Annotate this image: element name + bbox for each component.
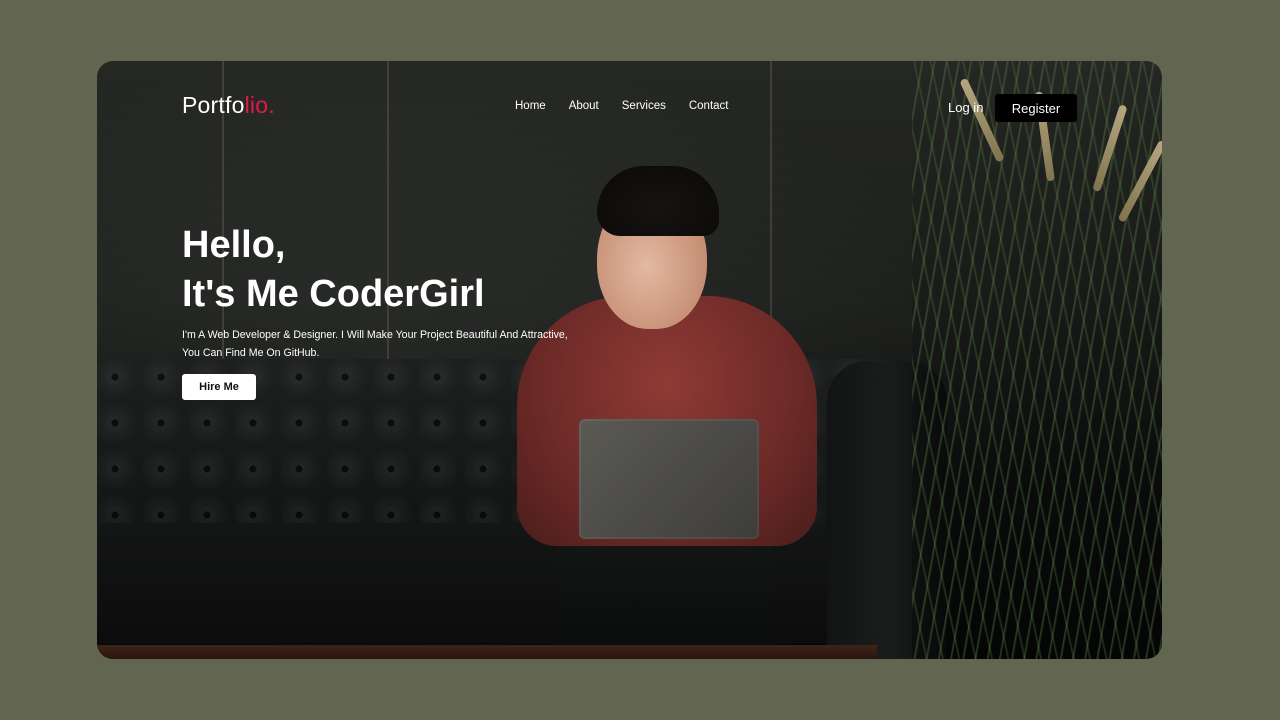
plant [912, 61, 1162, 659]
logo-accent: lio. [244, 92, 275, 118]
table-edge [97, 645, 877, 659]
nav-services[interactable]: Services [622, 100, 666, 112]
person-hair [597, 166, 719, 236]
laptop [579, 419, 759, 539]
login-link[interactable]: Log in [948, 100, 983, 115]
nav-home[interactable]: Home [515, 100, 546, 112]
hero-card: Portfolio. Home About Services Contact L… [97, 61, 1162, 659]
register-button[interactable]: Register [995, 94, 1077, 122]
logo[interactable]: Portfolio. [182, 92, 275, 119]
hero-greeting: Hello, [182, 224, 286, 266]
hero-title: It's Me CoderGirl [182, 273, 485, 315]
person-legs [555, 531, 775, 659]
logo-main: Portfo [182, 92, 245, 118]
hero-description: I'm A Web Developer & Designer. I Will M… [182, 326, 622, 362]
hero-description-line: I'm A Web Developer & Designer. I Will M… [182, 329, 568, 341]
main-nav: Home About Services Contact [515, 100, 729, 112]
hero-description-line: You Can Find Me On GitHub. [182, 347, 320, 359]
hire-me-button[interactable]: Hire Me [182, 374, 256, 400]
nav-contact[interactable]: Contact [689, 100, 729, 112]
nav-about[interactable]: About [569, 100, 599, 112]
